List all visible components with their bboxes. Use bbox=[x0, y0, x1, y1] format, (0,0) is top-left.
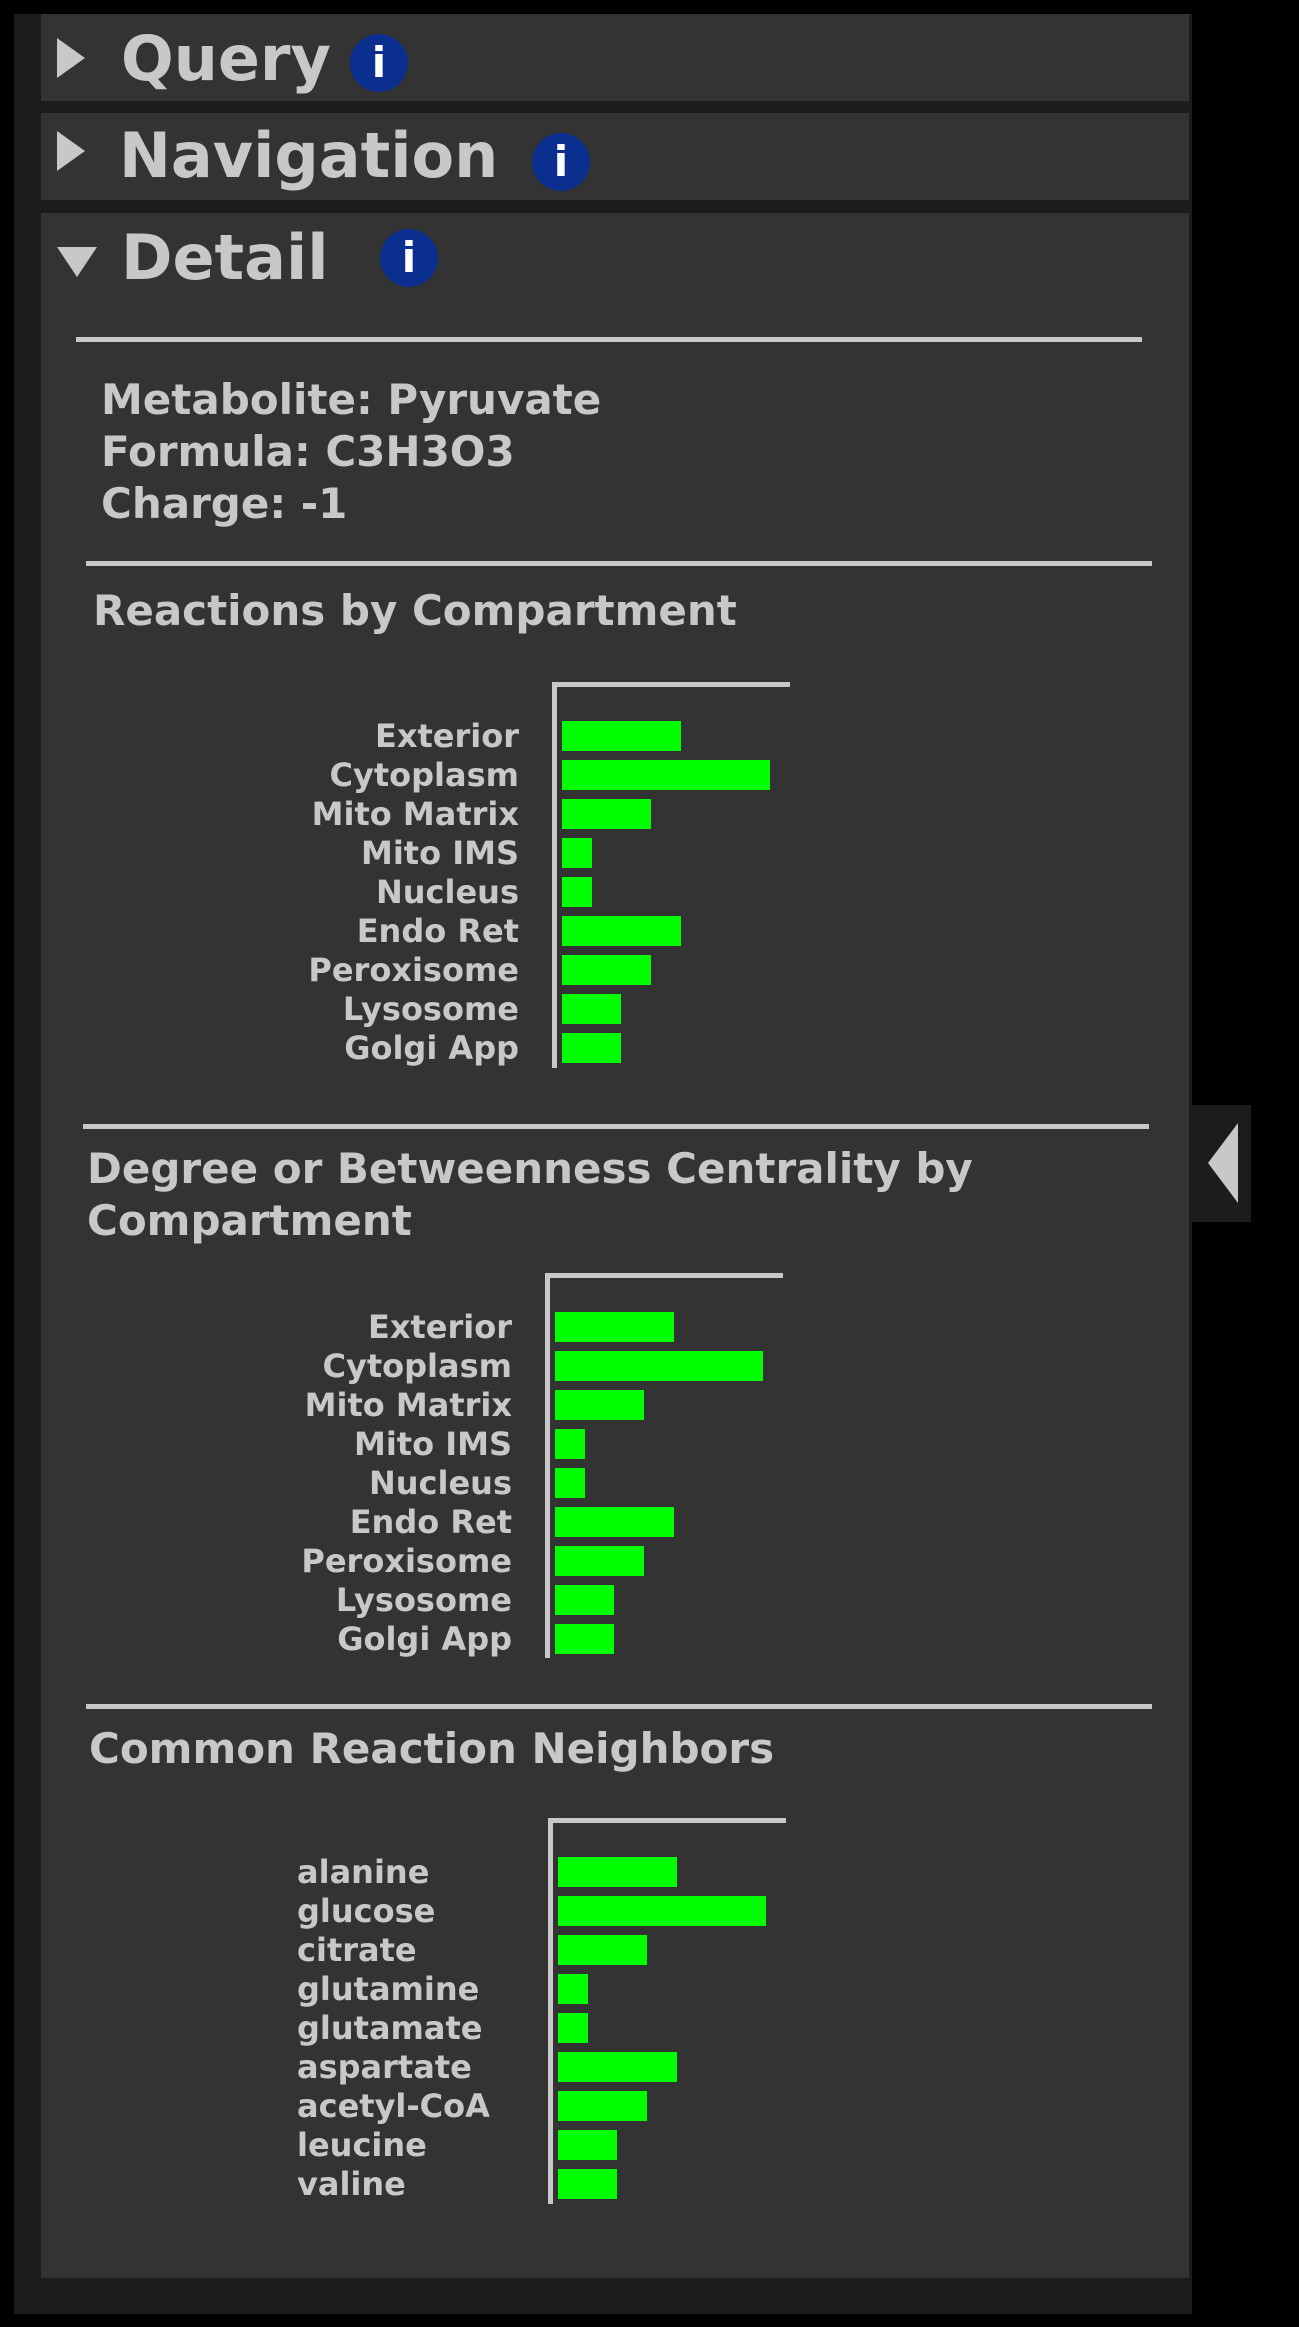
chart-bar[interactable] bbox=[562, 955, 652, 985]
chart-bar[interactable] bbox=[562, 877, 592, 907]
chart-category-label: Peroxisome bbox=[301, 1542, 512, 1580]
chart-category-label: Mito Matrix bbox=[311, 795, 519, 833]
query-section: Query i bbox=[41, 14, 1189, 101]
chart-category-label: Mito Matrix bbox=[304, 1386, 512, 1424]
query-section-title[interactable]: Query bbox=[121, 28, 331, 90]
divider bbox=[83, 1124, 1149, 1129]
navigation-section: Navigation i bbox=[41, 113, 1189, 200]
chart-category-label: Peroxisome bbox=[308, 951, 519, 989]
chart-category-label: Mito IMS bbox=[353, 1425, 512, 1463]
metabolite-name: Metabolite: Pyruvate bbox=[101, 375, 602, 424]
query-section-header[interactable]: Query i bbox=[41, 14, 1189, 104]
chart-bar[interactable] bbox=[555, 1468, 585, 1498]
chart-bar[interactable] bbox=[562, 721, 681, 751]
chart-bar[interactable] bbox=[558, 2052, 677, 2082]
chart-category-label: leucine bbox=[297, 2126, 427, 2164]
chart-category-label: Lysosome bbox=[342, 990, 519, 1028]
chart-bar[interactable] bbox=[558, 2013, 588, 2043]
chart-category-label: glutamine bbox=[297, 1970, 480, 2008]
triangle-down-icon[interactable] bbox=[57, 247, 97, 277]
divider bbox=[86, 1704, 1152, 1709]
navigation-section-header[interactable]: Navigation i bbox=[41, 113, 1189, 203]
chart-axis-top bbox=[548, 1818, 786, 1823]
chart-bar[interactable] bbox=[562, 1033, 622, 1063]
chart-title: Common Reaction Neighbors bbox=[89, 1724, 775, 1773]
info-icon[interactable]: i bbox=[350, 34, 408, 92]
chart-axis-vertical bbox=[545, 1273, 550, 1658]
chart-title: Reactions by Compartment bbox=[93, 586, 737, 635]
triangle-left-icon[interactable] bbox=[1208, 1123, 1238, 1203]
chart-category-label: citrate bbox=[297, 1931, 417, 1969]
collapse-panel-tab[interactable] bbox=[1192, 1105, 1251, 1222]
chart-bar[interactable] bbox=[558, 2169, 618, 2199]
chart-bar[interactable] bbox=[555, 1312, 674, 1342]
chart-category-label: aspartate bbox=[297, 2048, 472, 2086]
chart-bar[interactable] bbox=[558, 1857, 677, 1887]
chart-axis-vertical bbox=[548, 1818, 553, 2204]
chart-category-label: valine bbox=[297, 2165, 406, 2203]
chart-bar[interactable] bbox=[562, 799, 652, 829]
chart-bar[interactable] bbox=[558, 1896, 766, 1926]
chart-axis-vertical bbox=[552, 682, 557, 1068]
metabolite-charge: Charge: -1 bbox=[101, 479, 348, 528]
chart-bar[interactable] bbox=[555, 1624, 615, 1654]
chart-bar[interactable] bbox=[558, 1935, 648, 1965]
metabolite-formula: Formula: C3H3O3 bbox=[101, 427, 515, 476]
chart-bar[interactable] bbox=[555, 1507, 674, 1537]
chart-category-label: Cytoplasm bbox=[329, 756, 519, 794]
chart-category-label: Lysosome bbox=[335, 1581, 512, 1619]
chart-axis-top bbox=[552, 682, 790, 687]
chart-category-label: Golgi App bbox=[344, 1029, 519, 1067]
chart-category-label: Exterior bbox=[367, 1308, 512, 1346]
chart-bar[interactable] bbox=[562, 760, 770, 790]
chart-bar[interactable] bbox=[558, 2130, 618, 2160]
chart-category-label: Endo Ret bbox=[356, 912, 519, 950]
divider bbox=[86, 561, 1152, 566]
chart-category-label: Exterior bbox=[374, 717, 519, 755]
chart-title: Degree or Betweenness Centrality by Comp… bbox=[87, 1144, 973, 1245]
chart-category-label: Endo Ret bbox=[349, 1503, 512, 1541]
detail-section: Detail i Metabolite: Pyruvate Formula: C… bbox=[41, 213, 1189, 2278]
info-icon[interactable]: i bbox=[380, 229, 438, 287]
chart-category-label: Golgi App bbox=[337, 1620, 512, 1658]
chart-bar[interactable] bbox=[555, 1390, 645, 1420]
chart-axis-top bbox=[545, 1273, 783, 1278]
side-panel: Query i Navigation i Detail i Metabolite… bbox=[14, 14, 1192, 2314]
detail-section-header[interactable]: Detail i bbox=[41, 213, 1189, 303]
chart-bar[interactable] bbox=[562, 838, 592, 868]
chart-bar[interactable] bbox=[562, 994, 622, 1024]
chart-category-label: alanine bbox=[297, 1853, 430, 1891]
chart-category-label: glutamate bbox=[297, 2009, 483, 2047]
chart-bar[interactable] bbox=[558, 2091, 648, 2121]
triangle-right-icon[interactable] bbox=[57, 131, 85, 171]
chart-bar[interactable] bbox=[555, 1351, 763, 1381]
chart-category-label: Cytoplasm bbox=[322, 1347, 512, 1385]
chart-category-label: Mito IMS bbox=[360, 834, 519, 872]
chart-bar[interactable] bbox=[555, 1546, 645, 1576]
info-icon[interactable]: i bbox=[532, 133, 590, 191]
chart-category-label: Nucleus bbox=[368, 1464, 512, 1502]
chart-category-label: acetyl-CoA bbox=[297, 2087, 490, 2125]
divider bbox=[76, 337, 1142, 342]
chart-category-label: Nucleus bbox=[375, 873, 519, 911]
chart-bar[interactable] bbox=[562, 916, 681, 946]
navigation-section-title[interactable]: Navigation bbox=[119, 125, 498, 187]
chart-bar[interactable] bbox=[558, 1974, 588, 2004]
detail-section-title[interactable]: Detail bbox=[121, 227, 329, 289]
chart-category-label: glucose bbox=[297, 1892, 436, 1930]
triangle-right-icon[interactable] bbox=[57, 38, 85, 78]
chart-bar[interactable] bbox=[555, 1429, 585, 1459]
chart-bar[interactable] bbox=[555, 1585, 615, 1615]
